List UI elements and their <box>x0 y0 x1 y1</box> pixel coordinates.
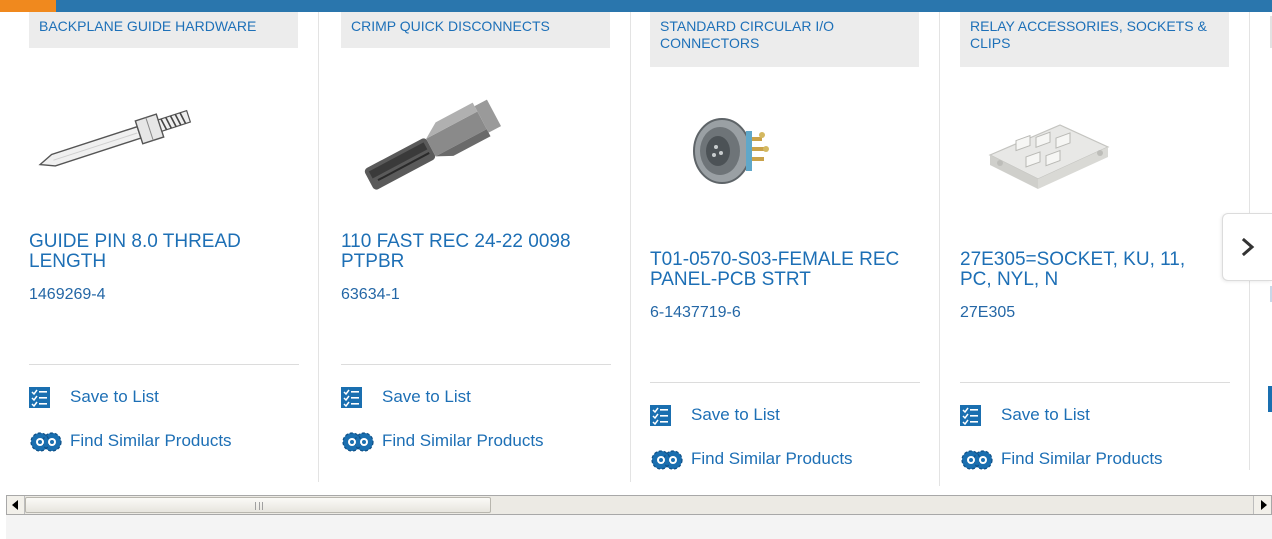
carousel-next-button[interactable] <box>1222 213 1272 281</box>
find-similar-icon <box>30 431 62 452</box>
find-similar-icon <box>961 449 993 470</box>
top-accent-orange <box>0 0 56 12</box>
product-title-link[interactable]: T01-0570-S03-FEMALE REC PANEL-PCB STRT <box>650 250 910 290</box>
find-similar-icon <box>342 431 374 452</box>
page-bottom-area <box>6 515 1272 539</box>
scrollbar-thumb[interactable] <box>25 497 491 513</box>
product-title-link[interactable]: GUIDE PIN 8.0 THREAD LENGTH <box>29 232 289 272</box>
category-label[interactable]: CRIMP QUICK DISCONNECTS <box>341 12 610 48</box>
card-divider <box>960 382 1230 383</box>
save-to-list-label: Save to List <box>70 387 159 406</box>
find-similar-label: Find Similar Products <box>382 431 544 450</box>
category-label[interactable]: RELAY ACCESSORIES, SOCKETS & CLIPS <box>960 12 1229 67</box>
guide-pin-image[interactable] <box>29 66 201 206</box>
find-similar-label: Find Similar Products <box>691 449 853 468</box>
product-card: RELAY ACCESSORIES, SOCKETS & CLIPS 27E30… <box>931 12 1250 472</box>
save-to-list-button[interactable]: Save to List <box>650 402 780 428</box>
save-to-list-label: Save to List <box>1001 405 1090 424</box>
save-to-list-button[interactable]: Save to List <box>341 384 471 410</box>
find-similar-label: Find Similar Products <box>70 431 232 450</box>
triangle-right-icon <box>1260 500 1267 510</box>
find-similar-icon <box>651 449 683 470</box>
top-accent-bar <box>0 0 1272 12</box>
product-carousel: BACKPLANE GUIDE HARDWARE GUIDE PIN 8.0 T… <box>0 12 1272 494</box>
part-number-link[interactable]: 6-1437719-6 <box>650 304 741 322</box>
product-card: CRIMP QUICK DISCONNECTS 110 FAST REC 24-… <box>312 12 631 482</box>
partial-icon-edge <box>1268 386 1272 412</box>
find-similar-label: Find Similar Products <box>1001 449 1163 468</box>
find-similar-button[interactable]: Find Similar Products <box>650 446 853 472</box>
scrollbar-grip <box>255 502 263 510</box>
category-label[interactable]: STANDARD CIRCULAR I/O CONNECTORS <box>650 12 919 67</box>
save-to-list-label: Save to List <box>691 405 780 424</box>
quick-disconnect-image[interactable] <box>341 66 513 206</box>
chevron-right-icon <box>1241 238 1254 256</box>
find-similar-button[interactable]: Find Similar Products <box>960 446 1163 472</box>
product-card: BACKPLANE GUIDE HARDWARE GUIDE PIN 8.0 T… <box>0 12 319 482</box>
product-title-link[interactable]: 27E305=SOCKET, KU, 11, PC, NYL, N <box>960 250 1220 290</box>
checklist-icon <box>960 404 981 426</box>
card-divider <box>29 364 299 365</box>
save-to-list-button[interactable]: Save to List <box>960 402 1090 428</box>
part-number-link[interactable]: 1469269-4 <box>29 286 106 304</box>
card-divider <box>650 382 920 383</box>
triangle-left-icon <box>11 500 18 510</box>
find-similar-button[interactable]: Find Similar Products <box>341 428 544 454</box>
scroll-left-button[interactable] <box>7 496 25 514</box>
card-divider <box>341 364 611 365</box>
scroll-right-button[interactable] <box>1253 496 1271 514</box>
category-label[interactable]: BACKPLANE GUIDE HARDWARE <box>29 12 298 48</box>
checklist-icon <box>650 404 671 426</box>
find-similar-button[interactable]: Find Similar Products <box>29 428 232 454</box>
part-number-link[interactable]: 63634-1 <box>341 286 400 304</box>
circular-connector-image[interactable] <box>650 85 822 225</box>
part-number-link[interactable]: 27E305 <box>960 304 1015 322</box>
product-title-link[interactable]: 110 FAST REC 24-22 0098 PTPBR <box>341 232 601 272</box>
checklist-icon <box>29 386 50 408</box>
relay-socket-image[interactable] <box>960 85 1132 225</box>
horizontal-scrollbar[interactable] <box>6 495 1272 515</box>
checklist-icon <box>341 386 362 408</box>
product-card: STANDARD CIRCULAR I/O CONNECTORS T01-057… <box>621 12 940 486</box>
save-to-list-label: Save to List <box>382 387 471 406</box>
save-to-list-button[interactable]: Save to List <box>29 384 159 410</box>
